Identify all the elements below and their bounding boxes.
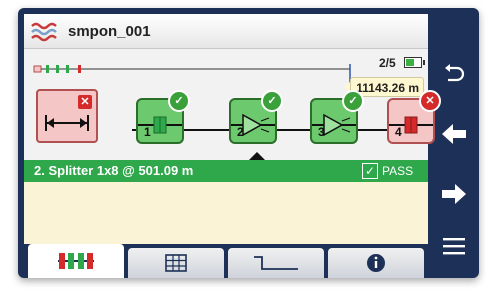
check-icon: ✓ [342,90,364,112]
event-2[interactable]: 2 ✓ [229,90,283,144]
event-1[interactable]: 1 ✓ [136,90,190,144]
device-frame: smpon_001 2/5 11143.26 m ✕ 1 ✓ 2 ✓ 3 ✓ 4… [18,8,479,278]
table-icon [165,254,187,272]
verdict-label: PASS [382,164,414,178]
file-title: smpon_001 [68,23,151,40]
title-bar: smpon_001 [24,14,428,49]
event-number: 1 [144,125,151,139]
check-icon: ✓ [168,90,190,112]
minimap-event-2 [56,65,59,73]
arrow-left-icon [441,124,466,144]
checkbox-icon: ✓ [362,163,378,179]
battery-tip [423,60,425,65]
minimap-event-4 [78,65,81,73]
battery-level [406,59,414,66]
minimap-launch [33,65,42,73]
page-indicator: 2/5 [379,56,396,70]
view-tabs [24,244,428,278]
event-number: 3 [318,125,325,139]
close-icon: ✕ [78,95,92,109]
event-3[interactable]: 3 ✓ [310,90,364,144]
previous-button[interactable] [428,114,479,154]
link-view-icon [58,253,94,269]
event-summary: 2. Splitter 1x8 @ 501.09 m [34,163,194,178]
undo-button[interactable] [428,54,479,94]
menu-button[interactable] [428,226,479,266]
link-overview-map[interactable] [32,64,362,88]
trace-icon [254,256,298,270]
minimap-event-1 [46,65,49,73]
selected-event-marker [249,152,265,160]
next-button[interactable] [428,174,479,214]
menu-icon [442,238,465,255]
side-navigation [428,8,479,278]
undo-icon [444,64,464,82]
event-number: 4 [395,125,402,139]
tab-trace[interactable] [228,248,324,278]
event-status-bar: 2. Splitter 1x8 @ 501.09 m ✓ PASS [24,160,428,182]
launch-cable[interactable]: ✕ [36,89,98,143]
tab-info[interactable] [328,248,424,278]
tab-table[interactable] [128,248,224,278]
minimap-event-3 [66,65,69,73]
check-icon: ✓ [261,90,283,112]
screen: smpon_001 2/5 11143.26 m ✕ 1 ✓ 2 ✓ 3 ✓ 4… [24,14,441,278]
event-number: 2 [237,125,244,139]
info-icon [367,254,385,272]
wave-logo-icon [30,20,60,47]
event-details-panel [24,182,428,244]
tab-link-view[interactable] [28,244,124,278]
arrow-right-icon [441,184,466,204]
battery-icon [404,57,425,68]
